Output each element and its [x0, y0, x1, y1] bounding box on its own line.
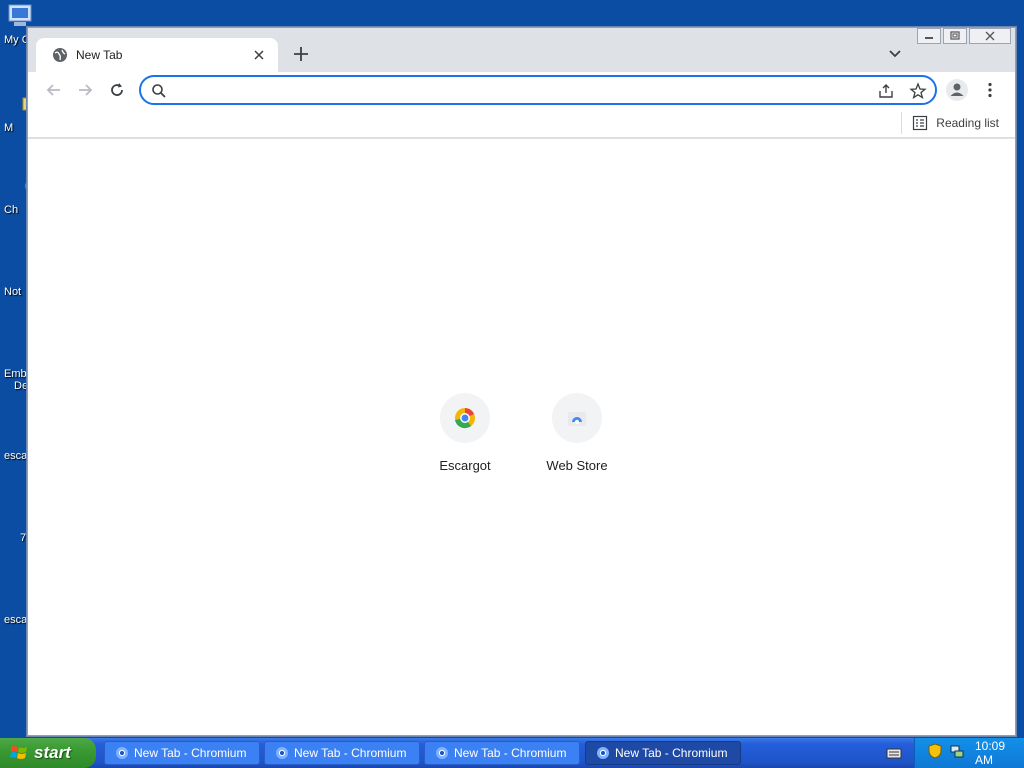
tab-strip: New Tab [28, 28, 1015, 72]
back-button[interactable] [42, 78, 66, 102]
taskbar-item-label: New Tab - Chromium [134, 746, 247, 760]
reading-list-button[interactable]: Reading list [901, 112, 999, 134]
forward-button[interactable] [73, 78, 97, 102]
address-input[interactable] [175, 81, 855, 99]
reading-list-icon [913, 115, 928, 131]
minimize-button[interactable] [917, 28, 941, 44]
maximize-button[interactable] [943, 28, 967, 44]
chromium-icon [597, 747, 609, 759]
escargot-icon [455, 408, 475, 429]
tab-title: New Tab [76, 48, 123, 62]
close-window-button[interactable] [969, 28, 1011, 44]
share-icon[interactable] [877, 82, 895, 100]
globe-icon [52, 47, 68, 63]
shortcut-label: Escargot [439, 458, 491, 473]
network-icon[interactable] [949, 743, 965, 764]
reading-list-label: Reading list [936, 116, 999, 130]
reload-button[interactable] [105, 78, 129, 102]
arrow-left-icon [46, 84, 60, 96]
chromium-icon [116, 747, 128, 759]
window-controls [917, 28, 1011, 46]
taskbar-item-label: New Tab - Chromium [294, 746, 407, 760]
windows-logo-icon [10, 746, 27, 759]
bookmark-star-icon[interactable] [909, 82, 927, 100]
bookmark-bar: Reading list [28, 108, 1015, 138]
menu-button[interactable] [978, 78, 1002, 102]
keyboard-icon[interactable] [886, 746, 902, 760]
shortcut-icon-tile [440, 393, 490, 443]
account-icon [946, 79, 968, 101]
taskbar-item-label: New Tab - Chromium [615, 746, 728, 760]
taskbar-item-label: New Tab - Chromium [454, 746, 567, 760]
search-icon [151, 83, 167, 99]
taskbar-item[interactable]: New Tab - Chromium [424, 741, 580, 765]
profile-button[interactable] [945, 78, 969, 102]
chromium-icon [276, 747, 288, 759]
browser-toolbar [28, 72, 1015, 108]
web-store-icon [568, 412, 586, 426]
taskbar: start New Tab - Chromium New Tab - Chrom… [0, 738, 1024, 768]
new-tab-page: Escargot Web Store [28, 139, 1015, 735]
shortcut-escargot[interactable]: Escargot [417, 393, 513, 473]
taskbar-item-active[interactable]: New Tab - Chromium [585, 741, 741, 765]
chromium-icon [436, 747, 448, 759]
browser-window: New Tab Reading list Escargot Web Store [27, 27, 1016, 736]
arrow-right-icon [79, 84, 93, 96]
security-shield-icon[interactable] [927, 742, 943, 764]
kebab-menu-icon [988, 82, 992, 98]
close-tab-icon[interactable] [250, 46, 268, 64]
shortcut-web-store[interactable]: Web Store [529, 393, 625, 473]
shortcut-icon-tile [552, 393, 602, 443]
new-tab-button[interactable] [290, 43, 312, 65]
taskbar-item[interactable]: New Tab - Chromium [104, 741, 260, 765]
start-label: start [34, 743, 71, 762]
chevron-down-icon[interactable] [886, 44, 904, 62]
start-button[interactable]: start [0, 738, 96, 768]
shortcut-label: Web Store [546, 458, 608, 473]
taskbar-item[interactable]: New Tab - Chromium [264, 741, 420, 765]
reload-icon [111, 83, 123, 96]
address-bar[interactable] [139, 75, 937, 105]
system-tray: 10:09 AM [914, 738, 1024, 768]
clock[interactable]: 10:09 AM [975, 739, 1024, 767]
tab-new-tab[interactable]: New Tab [36, 38, 278, 72]
